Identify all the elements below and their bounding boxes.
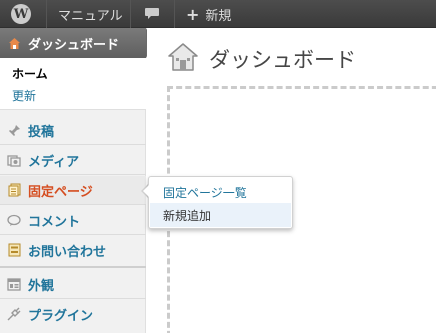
page-title: ダッシュボード [209, 48, 356, 72]
menu-item-plugins[interactable]: プラグイン [0, 300, 146, 328]
menu-label: プラグイン [28, 308, 94, 324]
comment-icon [7, 213, 21, 227]
pin-icon [7, 123, 21, 137]
home-icon [167, 41, 199, 73]
menu-divider [0, 204, 146, 205]
menu-item-dashboard[interactable]: ダッシュボード [0, 28, 146, 58]
appearance-icon [7, 277, 21, 291]
pages-icon [7, 183, 21, 197]
menu-item-contact[interactable]: お問い合わせ [0, 236, 146, 264]
menu-item-posts[interactable]: 投稿 [0, 116, 146, 144]
wordpress-logo-glyph: W [11, 4, 31, 24]
plus-icon: + [186, 4, 200, 24]
comment-bubble-icon[interactable] [142, 0, 162, 28]
menu-divider [0, 298, 146, 299]
submenu-home[interactable]: ホーム [12, 65, 48, 82]
menu-label: 投稿 [28, 124, 55, 140]
manual-link[interactable]: マニュアル [58, 0, 123, 28]
flyout-pointer-inner [143, 184, 150, 198]
media-icon [7, 153, 21, 167]
menu-label: メディア [28, 154, 80, 170]
contact-form-icon [7, 243, 21, 257]
menu-label: ダッシュボード [28, 37, 120, 53]
menu-label: 固定ページ [28, 184, 93, 200]
menu-item-pages[interactable]: 固定ページ [0, 176, 146, 204]
menu-item-appearance[interactable]: 外観 [0, 270, 146, 298]
plugin-icon [7, 307, 21, 321]
adminbar-separator [174, 0, 175, 28]
menu-divider [0, 144, 146, 145]
adminbar-separator [130, 0, 131, 28]
pages-flyout-submenu: 固定ページ一覧 新規追加 [148, 176, 293, 229]
menu-label: 外観 [28, 278, 55, 294]
submenu-all-pages[interactable]: 固定ページ一覧 [150, 180, 291, 204]
home-icon [7, 36, 21, 50]
adminbar-separator [46, 0, 47, 28]
submenu-add-new-page[interactable]: 新規追加 [150, 203, 291, 227]
menu-divider [0, 174, 146, 175]
menu-item-comments[interactable]: コメント [0, 206, 146, 234]
menu-divider [0, 234, 146, 235]
submenu-update[interactable]: 更新 [12, 87, 36, 104]
wordpress-logo-icon[interactable]: W [8, 0, 34, 28]
dashboard-submenu: ホーム 更新 [0, 58, 146, 110]
menu-label: コメント [28, 214, 81, 230]
new-content-menu[interactable]: + 新規 [186, 0, 231, 28]
admin-bar: W マニュアル + 新規 [0, 0, 436, 28]
menu-item-media[interactable]: メディア [0, 146, 146, 174]
new-label: 新規 [205, 8, 232, 24]
admin-sidebar: ダッシュボード ホーム 更新 投稿 メディア 固定ページ コメント お問い合わせ… [0, 28, 146, 333]
menu-label: お問い合わせ [28, 244, 107, 260]
menu-separator [0, 266, 146, 268]
